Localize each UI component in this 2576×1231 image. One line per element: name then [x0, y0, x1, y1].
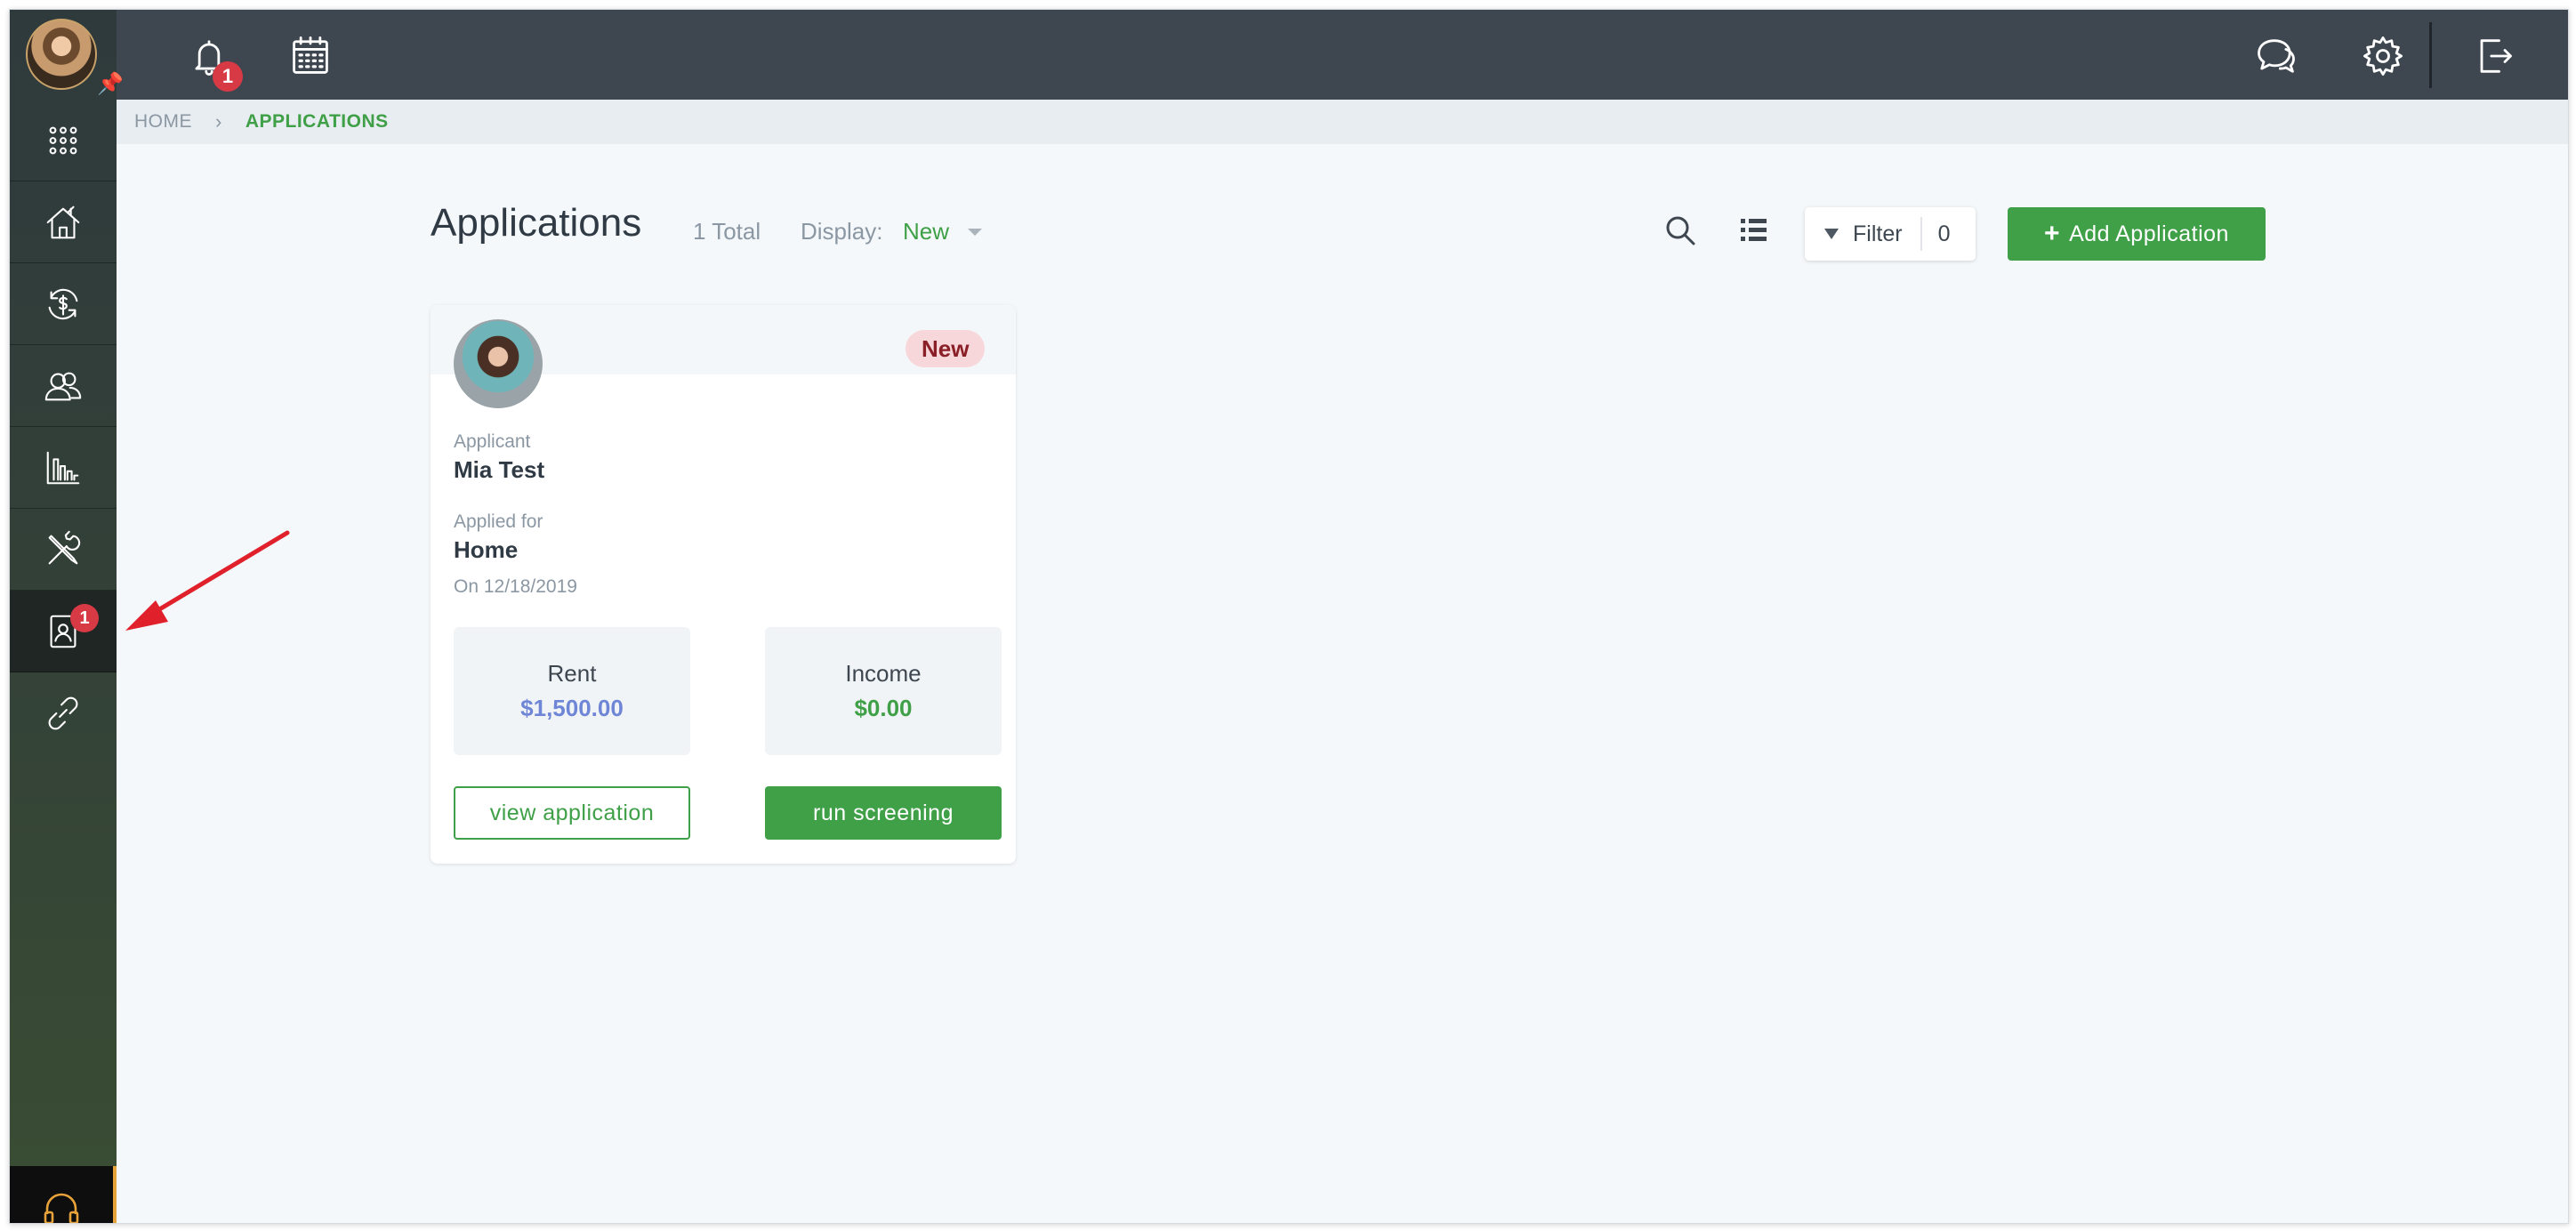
applications-count-badge: 1: [70, 604, 99, 632]
add-application-button[interactable]: + Add Application: [2008, 207, 2266, 261]
sidebar-item-apps[interactable]: [10, 100, 117, 181]
calendar-icon: [293, 36, 328, 74]
filter-button[interactable]: Filter 0: [1805, 207, 1976, 261]
sidebar-item-properties[interactable]: [10, 181, 117, 263]
gear-icon: [2363, 36, 2403, 76]
breadcrumb-current: APPLICATIONS: [245, 111, 389, 132]
user-avatar-button[interactable]: 📌: [26, 19, 124, 95]
sidebar-item-applications[interactable]: 1: [10, 591, 117, 672]
sidebar: 📌 1: [10, 10, 124, 1223]
breadcrumb: HOME › APPLICATIONS: [117, 100, 2568, 144]
income-value: $0.00: [854, 695, 913, 721]
applicant-avatar: [454, 319, 543, 408]
list-view-button[interactable]: [1735, 213, 1775, 252]
chat-button[interactable]: [2250, 29, 2303, 83]
filter-icon: [1824, 229, 1839, 239]
display-filter-dropdown[interactable]: New: [903, 218, 949, 245]
applied-for-value: Home: [454, 536, 519, 563]
sidebar-item-accounting[interactable]: [10, 263, 117, 345]
notification-count-badge: 1: [213, 61, 243, 92]
logout-icon: [2480, 39, 2512, 73]
chevron-right-icon: ›: [215, 110, 222, 133]
rent-label: Rent: [547, 660, 597, 687]
view-application-button[interactable]: view application: [454, 786, 690, 840]
annotation-arrow-icon: [125, 530, 290, 631]
breadcrumb-home-link[interactable]: HOME: [134, 111, 192, 133]
sidebar-item-maintenance[interactable]: [10, 509, 117, 591]
applicant-name: Mia Test: [454, 456, 545, 483]
filter-divider: [1920, 217, 1922, 251]
display-label: Display:: [801, 218, 883, 245]
rent-value: $1,500.00: [520, 695, 624, 721]
settings-button[interactable]: [2356, 29, 2410, 83]
application-card: New Applicant Mia Test Applied for Home …: [431, 305, 1016, 864]
applied-for-label: Applied for: [454, 511, 543, 532]
filter-label: Filter: [1853, 221, 1903, 246]
home-icon: [46, 205, 80, 238]
topbar-divider: [2429, 22, 2432, 88]
sidebar-item-integrations[interactable]: [10, 672, 117, 753]
chevron-down-icon[interactable]: [968, 229, 982, 236]
top-bar: 1: [10, 10, 2568, 100]
users-icon: [44, 372, 82, 400]
add-application-label: Add Application: [2069, 221, 2229, 246]
page-title: Applications: [431, 201, 642, 245]
grid-icon: [49, 126, 77, 154]
notifications-button[interactable]: 1: [182, 29, 243, 92]
link-icon: [48, 696, 78, 729]
plus-icon: +: [2044, 219, 2061, 248]
search-button[interactable]: [1662, 213, 1702, 252]
status-badge: New: [906, 330, 986, 367]
calendar-button[interactable]: [284, 29, 337, 83]
app-window: 1 📌 1 HOME › APPLICATIONS Applications 1…: [9, 9, 2569, 1224]
dollar-cycle-icon: [48, 288, 78, 319]
logout-button[interactable]: [2467, 29, 2520, 83]
sidebar-item-reports[interactable]: [10, 427, 117, 509]
search-icon: [1666, 216, 1695, 245]
total-count: 1 Total: [693, 218, 761, 245]
pin-icon[interactable]: 📌: [97, 74, 124, 95]
sidebar-item-people[interactable]: [10, 345, 117, 427]
headset-icon: [44, 1193, 79, 1223]
list-icon: [1741, 219, 1767, 241]
rent-box: Rent $1,500.00: [454, 627, 690, 755]
filter-count: 0: [1937, 221, 1951, 246]
avatar: [26, 19, 97, 90]
chart-icon: [46, 451, 80, 484]
applied-on-date: On 12/18/2019: [454, 576, 577, 597]
run-screening-button[interactable]: run screening: [765, 786, 1002, 840]
chat-icon: [2258, 39, 2295, 73]
applicant-label: Applicant: [454, 431, 531, 452]
tools-icon: [48, 530, 81, 564]
income-label: Income: [845, 660, 922, 687]
support-button[interactable]: [10, 1166, 117, 1223]
income-box: Income $0.00: [765, 627, 1002, 755]
